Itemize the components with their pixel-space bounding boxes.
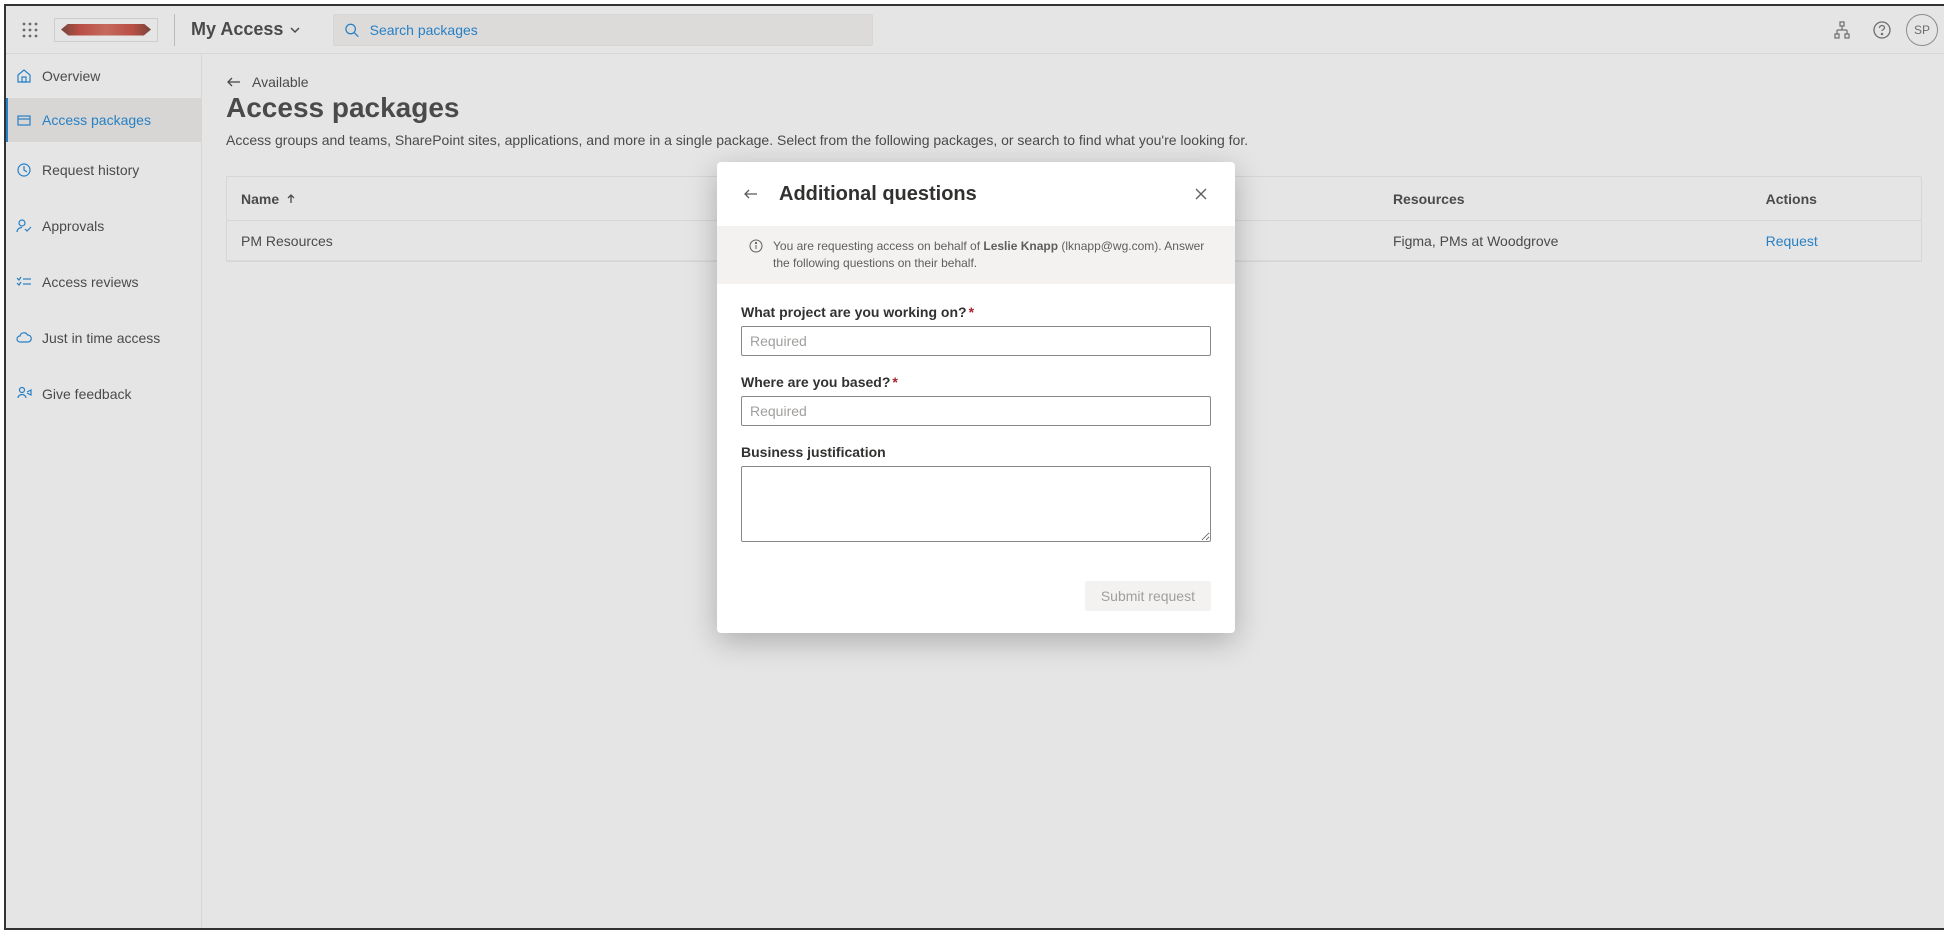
field-location-label: Where are you based?* — [741, 374, 1211, 390]
modal-footer: Submit request — [717, 571, 1235, 633]
arrow-left-icon — [743, 186, 759, 202]
modal-title: Additional questions — [779, 183, 1173, 206]
modal-close-button[interactable] — [1187, 180, 1215, 208]
info-banner: You are requesting access on behalf of L… — [717, 226, 1235, 284]
modal-header: Additional questions — [717, 162, 1235, 226]
field-location: Where are you based?* — [741, 374, 1211, 426]
required-indicator: * — [969, 304, 974, 320]
info-text: You are requesting access on behalf of L… — [773, 238, 1215, 272]
required-indicator: * — [892, 374, 897, 390]
field-project-label: What project are you working on?* — [741, 304, 1211, 320]
modal-additional-questions: Additional questions You are requesting … — [717, 162, 1235, 633]
field-justification-label: Business justification — [741, 444, 1211, 460]
close-icon — [1194, 187, 1208, 201]
modal-back-button[interactable] — [737, 180, 765, 208]
field-project: What project are you working on?* — [741, 304, 1211, 356]
info-icon — [749, 239, 763, 253]
location-input[interactable] — [741, 396, 1211, 426]
field-justification: Business justification — [741, 444, 1211, 545]
submit-request-button[interactable]: Submit request — [1085, 581, 1211, 611]
justification-textarea[interactable] — [741, 466, 1211, 542]
project-input[interactable] — [741, 326, 1211, 356]
